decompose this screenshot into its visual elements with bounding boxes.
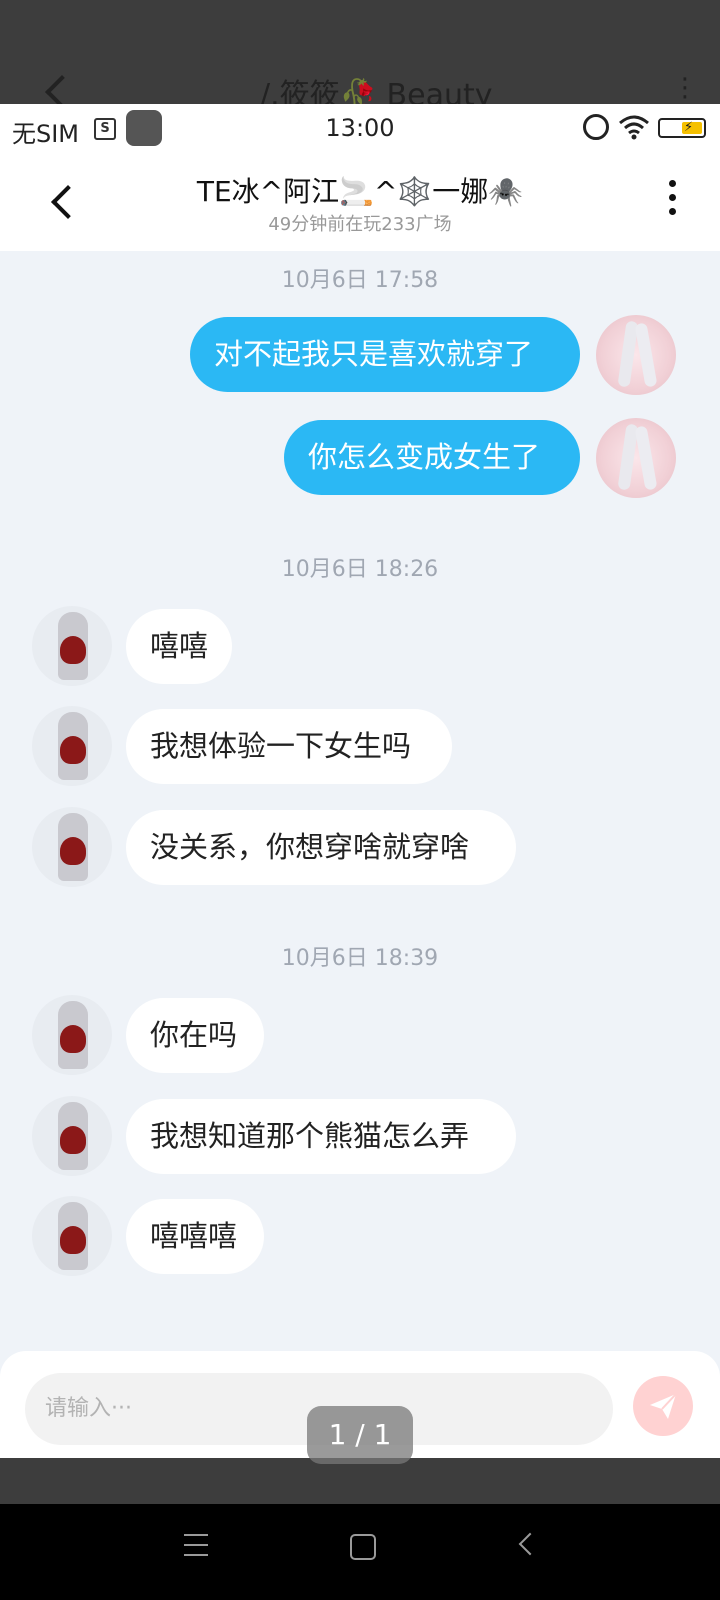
message-bubble[interactable]: 嘻嘻 [126,609,232,684]
message-bubble[interactable]: 嘻嘻嘻 [126,1199,264,1274]
background-window-title: /.筱筱🥀 Beauty [260,78,493,104]
timestamp: 10月6日 18:26 [281,557,439,582]
avatar[interactable] [32,1196,112,1276]
message-list: 10月6日 17:58 对不起我只是喜欢就穿了 你怎么变成女生了 10月6日 1… [0,251,720,1351]
avatar[interactable] [596,418,676,498]
overlay-bar [0,1458,720,1504]
avatar[interactable] [596,315,676,395]
battery-icon: ⚡ [658,118,706,138]
message-bubble[interactable]: 我想知道那个熊猫怎么弄 [126,1099,516,1174]
page-indicator: 1 / 1 [307,1406,413,1464]
more-vertical-icon[interactable] [660,180,684,224]
message-incoming: 我想知道那个熊猫怎么弄 [0,1096,720,1176]
message-incoming: 我想体验一下女生吗 [0,706,720,786]
chat-header: TE冰^阿江🚬^🕸️一娜🕷️ 49分钟前在玩233广场 [0,154,720,251]
timestamp: 10月6日 17:58 [281,268,439,293]
menu-icon[interactable] [184,1534,208,1556]
avatar[interactable] [32,606,112,686]
message-bubble[interactable]: 我想体验一下女生吗 [126,709,452,784]
chat-screen: 无SIM S 13:00 ⚡ TE冰^阿江🚬^🕸️一娜🕷️ 49分钟前在玩233… [0,104,720,1458]
wifi-icon [619,115,649,140]
message-bubble[interactable]: 你怎么变成女生了 [284,420,580,495]
message-outgoing: 对不起我只是喜欢就穿了 [0,315,720,395]
message-outgoing: 你怎么变成女生了 [0,418,720,498]
background-back-icon [45,75,79,104]
status-time: 13:00 [325,114,395,142]
message-incoming: 你在吗 [0,995,720,1075]
nav-back-icon[interactable] [518,1532,542,1556]
avatar[interactable] [32,706,112,786]
background-window: /.筱筱🥀 Beauty ⋮ [0,0,720,104]
message-incoming: 没关系，你想穿啥就穿啥 [0,807,720,887]
message-bubble[interactable]: 你在吗 [126,998,264,1073]
timestamp: 10月6日 18:39 [281,946,439,971]
message-incoming: 嘻嘻嘻 [0,1196,720,1276]
avatar[interactable] [32,1096,112,1176]
send-icon [650,1393,677,1419]
send-button[interactable] [633,1376,693,1436]
message-incoming: 嘻嘻 [0,606,720,686]
system-nav-bar [0,1504,720,1600]
background-more-icon: ⋮ [672,73,698,103]
message-bubble[interactable]: 对不起我只是喜欢就穿了 [190,317,580,392]
message-bubble[interactable]: 没关系，你想穿啥就穿啥 [126,810,516,885]
avatar[interactable] [32,807,112,887]
alarm-icon [583,114,609,140]
contact-status: 49分钟前在玩233广场 [268,214,452,235]
status-bar: 无SIM S 13:00 ⚡ [0,104,720,154]
contact-name: TE冰^阿江🚬^🕸️一娜🕷️ [196,175,524,208]
avatar[interactable] [32,995,112,1075]
home-icon[interactable] [350,1534,376,1560]
